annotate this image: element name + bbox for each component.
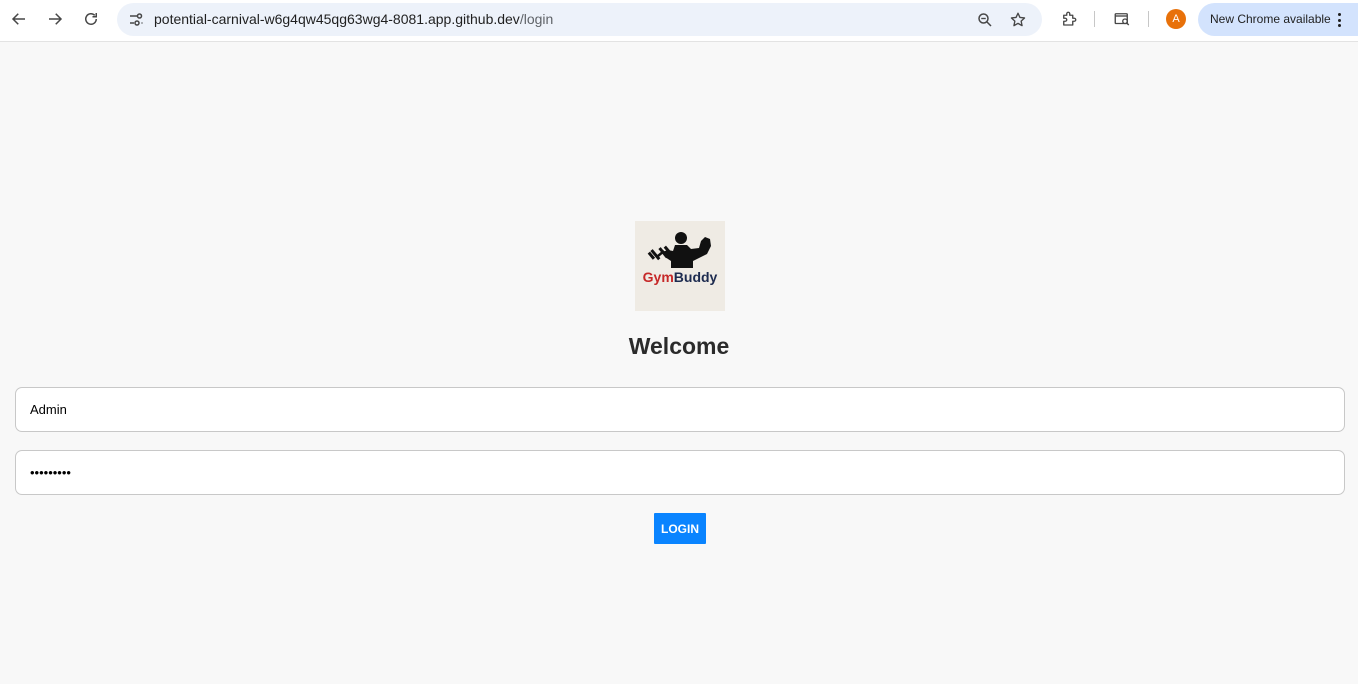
- bodybuilder-icon: [647, 232, 711, 268]
- toolbar-separator: [1148, 11, 1149, 27]
- extensions-button[interactable]: [1057, 7, 1081, 31]
- kebab-menu-icon[interactable]: [1335, 11, 1343, 29]
- logo-text-buddy: Buddy: [673, 269, 718, 285]
- star-icon: [1010, 12, 1026, 27]
- back-button[interactable]: [5, 5, 33, 33]
- login-button[interactable]: LOGIN: [654, 513, 706, 544]
- url-path: /login: [519, 11, 554, 27]
- tune-icon: [130, 13, 143, 26]
- reload-icon: [85, 13, 97, 25]
- bookmark-button[interactable]: [1006, 8, 1030, 32]
- back-arrow-icon: [11, 13, 25, 25]
- profile-avatar[interactable]: A: [1166, 9, 1186, 29]
- tab-search-icon: [1114, 13, 1130, 26]
- address-bar[interactable]: potential-carnival-w6g4qw45qg63wg4-8081.…: [117, 3, 1042, 36]
- zoom-button[interactable]: [973, 8, 997, 32]
- toolbar-separator: [1094, 11, 1095, 27]
- zoom-icon: [978, 13, 992, 27]
- reload-button[interactable]: [77, 5, 105, 33]
- puzzle-icon: [1063, 11, 1077, 26]
- site-info-button[interactable]: [124, 8, 148, 32]
- forward-arrow-icon: [49, 13, 63, 25]
- page-title: Welcome: [628, 333, 730, 359]
- chrome-update-chip[interactable]: New Chrome available: [1198, 3, 1358, 36]
- url-text[interactable]: potential-carnival-w6g4qw45qg63wg4-8081.…: [154, 11, 553, 28]
- password-field[interactable]: [15, 450, 1345, 495]
- username-field[interactable]: [15, 387, 1345, 432]
- forward-button[interactable]: [41, 5, 69, 33]
- tab-search-button[interactable]: [1110, 7, 1134, 31]
- gymbuddy-logo: GymBuddy: [635, 221, 725, 311]
- browser-toolbar: potential-carnival-w6g4qw45qg63wg4-8081.…: [0, 0, 1358, 42]
- url-host: potential-carnival-w6g4qw45qg63wg4-8081.…: [154, 11, 520, 27]
- logo-text-gym: Gym: [642, 269, 674, 285]
- update-label: New Chrome available: [1210, 12, 1331, 26]
- logo-wordmark: GymBuddy: [635, 269, 725, 285]
